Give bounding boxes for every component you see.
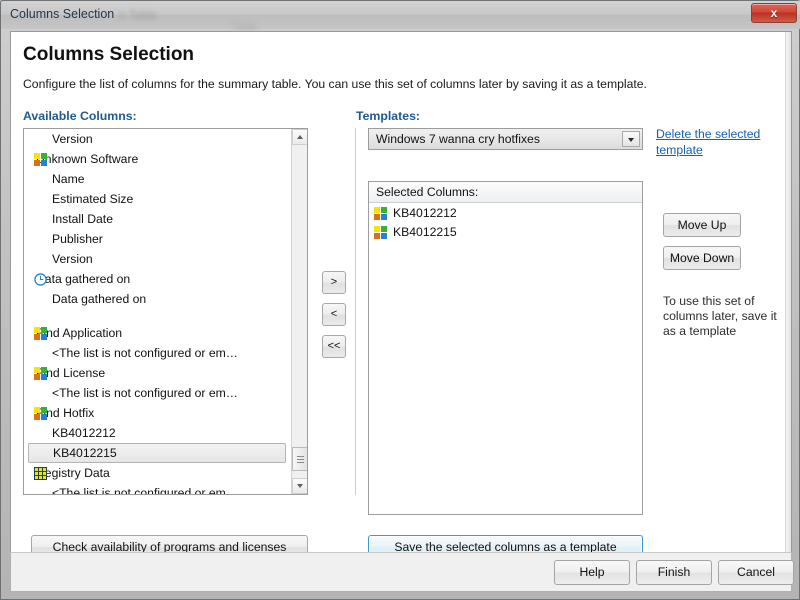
list-item[interactable]: Find Application	[24, 323, 292, 343]
selected-list-item-label: KB4012215	[393, 225, 457, 239]
list-item-label: Version	[52, 252, 93, 266]
chevron-down-icon[interactable]	[622, 131, 640, 147]
windows-tile-icon	[374, 226, 387, 239]
available-columns-items: Version Unknown Software Name Estimated Siz…	[24, 129, 292, 495]
selected-list-item[interactable]: KB4012215	[369, 223, 642, 242]
dialog-window: Columns Selection n Table Table x Column…	[0, 0, 800, 600]
selected-list-item[interactable]: KB4012212	[369, 204, 642, 223]
available-columns-listbox[interactable]: Version Unknown Software Name Estimated Siz…	[23, 128, 308, 495]
templates-label: Templates:	[356, 109, 421, 123]
close-button[interactable]: x	[751, 3, 797, 23]
move-down-button[interactable]: Move Down	[663, 246, 741, 270]
list-item-label: Find Application	[36, 326, 123, 340]
registry-grid-icon	[34, 467, 47, 480]
windows-tile-icon	[34, 367, 47, 380]
available-columns-label: Available Columns:	[23, 109, 137, 123]
dialog-client-area: Columns Selection Configure the list of …	[10, 31, 792, 569]
client-right-edge	[785, 32, 791, 568]
list-item-label: Version	[52, 132, 93, 146]
scrollbar-thumb[interactable]	[292, 447, 307, 471]
list-item[interactable]: Publisher	[24, 229, 292, 249]
list-item-label: KB4012215	[53, 446, 117, 460]
selected-list-item-label: KB4012212	[393, 206, 457, 220]
template-hint-text: To use this set of columns later, save i…	[663, 294, 777, 338]
list-item[interactable]: Unknown Software	[24, 149, 292, 169]
clock-icon	[34, 272, 47, 286]
list-item[interactable]: Data gathered on	[24, 269, 292, 289]
move-up-button[interactable]: Move Up	[663, 213, 741, 237]
chevron-down-icon	[297, 484, 303, 488]
available-columns-scrollbar[interactable]	[291, 129, 307, 494]
scroll-up-button[interactable]	[292, 129, 307, 145]
page-title: Columns Selection	[23, 44, 195, 65]
windows-tile-icon	[34, 407, 47, 420]
list-item[interactable]: Version	[24, 129, 292, 149]
finish-button[interactable]: Finish	[636, 560, 712, 585]
list-item-label: <The list is not configured or em…	[52, 386, 238, 400]
list-item[interactable]: Find Hotfix	[24, 403, 292, 423]
windows-tile-icon	[34, 327, 47, 340]
windows-tile-icon	[34, 153, 47, 166]
list-item[interactable]: <The list is not configured or em…	[24, 483, 292, 495]
chevron-up-icon	[297, 135, 303, 139]
list-item[interactable]: Name	[24, 169, 292, 189]
selected-columns-header: Selected Columns:	[369, 182, 642, 203]
page-subtitle: Configure the list of columns for the su…	[23, 77, 647, 91]
list-item-label: <The list is not configured or em…	[52, 346, 238, 360]
selected-columns-items: KB4012212 KB4012215	[369, 204, 642, 242]
list-item[interactable]: KB4012212	[24, 423, 292, 443]
template-select-value: Windows 7 wanna cry hotfixes	[376, 132, 540, 146]
list-item-label: Install Date	[52, 212, 113, 226]
list-item-label: Unknown Software	[36, 152, 139, 166]
window-title: Columns Selection	[10, 7, 115, 21]
delete-template-link[interactable]: Delete the selected template	[656, 126, 781, 158]
cancel-button[interactable]: Cancel	[718, 560, 794, 585]
list-item[interactable]: Version	[24, 249, 292, 269]
list-item-label: <The list is not configured or em…	[52, 486, 238, 495]
panel-divider	[355, 128, 356, 495]
list-item-label: Registry Data	[36, 466, 110, 480]
remove-column-button[interactable]: <	[322, 303, 346, 326]
selected-columns-listbox[interactable]: Selected Columns: KB4012212 KB4012215	[368, 181, 643, 515]
title-bar: Columns Selection n Table Table x	[1, 1, 800, 33]
list-item[interactable]: Estimated Size	[24, 189, 292, 209]
list-item-label: Data gathered on	[36, 272, 131, 286]
list-item-label: Estimated Size	[52, 192, 134, 206]
list-item-label: Publisher	[52, 232, 103, 246]
list-item-label: Name	[52, 172, 85, 186]
remove-all-columns-button[interactable]: <<	[322, 335, 346, 358]
title-ghost-text: n Table	[119, 8, 158, 22]
list-item[interactable]: Data gathered on	[24, 289, 292, 309]
windows-tile-icon	[374, 207, 387, 220]
help-button[interactable]: Help	[554, 560, 630, 585]
template-select[interactable]: Windows 7 wanna cry hotfixes	[368, 128, 643, 150]
list-item[interactable]: <The list is not configured or em…	[24, 343, 292, 363]
list-item[interactable]: Registry Data	[24, 463, 292, 483]
list-item[interactable]: <The list is not configured or em…	[24, 383, 292, 403]
scrollbar-grip-icon	[297, 456, 304, 463]
list-item-label: Data gathered on	[52, 292, 147, 306]
add-column-button[interactable]: >	[322, 271, 346, 294]
list-item[interactable]: Find License	[24, 363, 292, 383]
scroll-down-button[interactable]	[292, 478, 307, 494]
list-item-label: KB4012212	[52, 426, 116, 440]
list-item[interactable]: KB4012215	[28, 443, 286, 463]
dialog-footer: Help Finish Cancel	[10, 552, 794, 592]
list-item[interactable]: Install Date	[24, 209, 292, 229]
